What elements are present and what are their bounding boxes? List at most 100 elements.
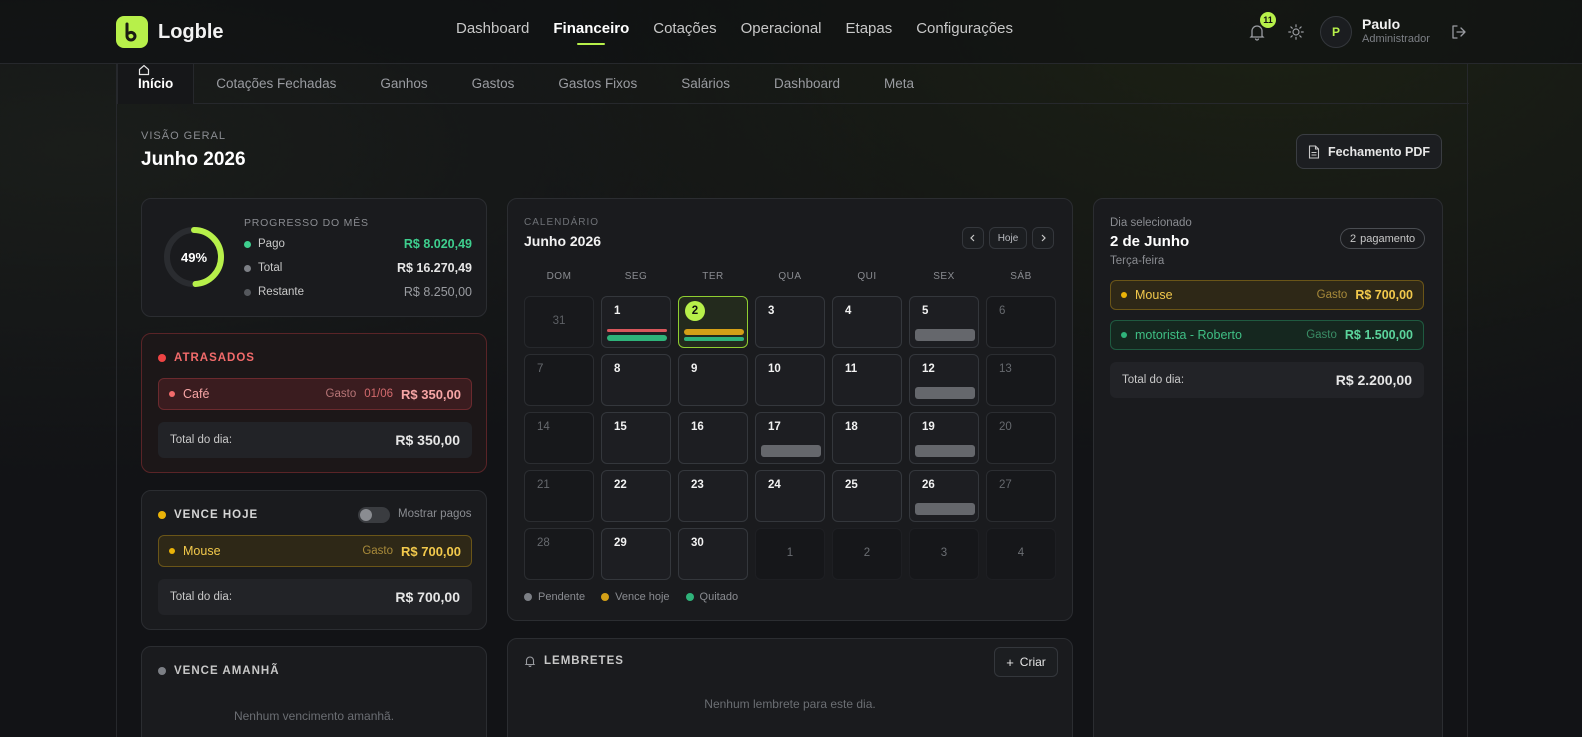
day-number: 20 xyxy=(999,421,1012,433)
nav-cotacoes[interactable]: Cotações xyxy=(653,20,716,45)
next-month-button[interactable] xyxy=(1032,227,1054,249)
calendar-day[interactable]: 9 xyxy=(678,354,748,406)
avatar[interactable]: P xyxy=(1320,16,1352,48)
entry-dot xyxy=(1121,332,1127,338)
calendar-day-next-month[interactable]: 3 xyxy=(909,528,979,580)
user-name: Paulo xyxy=(1362,16,1401,32)
day-number: 6 xyxy=(999,305,1006,317)
tab-meta[interactable]: Meta xyxy=(862,64,937,104)
entry-amount: R$ 700,00 xyxy=(401,543,461,559)
calendar-day[interactable]: 31 xyxy=(524,296,594,348)
tab-ganhos[interactable]: Ganhos xyxy=(358,64,450,104)
calendar-day[interactable]: 6 xyxy=(986,296,1056,348)
calendar-day[interactable]: 29 xyxy=(601,528,671,580)
tab-cotacoes-fechadas[interactable]: Cotações Fechadas xyxy=(194,64,359,104)
calendar-day[interactable]: 13 xyxy=(986,354,1056,406)
day-number: 8 xyxy=(614,363,621,375)
calendar-day-next-month[interactable]: 4 xyxy=(986,528,1056,580)
calendar-day[interactable]: 22 xyxy=(601,470,671,522)
calendar-day[interactable]: 30 xyxy=(678,528,748,580)
calendar-day[interactable]: 25 xyxy=(832,470,902,522)
due-today-entry[interactable]: Mouse Gasto R$ 700,00 xyxy=(158,535,472,567)
pending-bar xyxy=(915,329,975,341)
tab-dashboard[interactable]: Dashboard xyxy=(751,64,863,104)
calendar-day[interactable]: 5 xyxy=(909,296,979,348)
calendar-day-next-month[interactable]: 2 xyxy=(832,528,902,580)
pdf-export-button[interactable]: Fechamento PDF xyxy=(1296,134,1442,169)
calendar-day[interactable]: 7 xyxy=(524,354,594,406)
tab-gastos-fixos[interactable]: Gastos Fixos xyxy=(536,64,660,104)
calendar-label: CALENDÁRIO xyxy=(524,217,600,228)
nav-etapas[interactable]: Etapas xyxy=(846,20,893,45)
selected-entry[interactable]: motorista - Roberto Gasto R$ 1.500,00 xyxy=(1110,320,1424,350)
calendar-day[interactable]: 3 xyxy=(755,296,825,348)
prev-month-button[interactable] xyxy=(962,227,984,249)
calendar-day[interactable]: 14 xyxy=(524,412,594,464)
progress-row-paid: Pago R$ 8.020,49 xyxy=(244,237,472,251)
weekday-thu: QUI xyxy=(857,271,877,282)
chevron-right-icon xyxy=(1041,234,1046,242)
day-number: 13 xyxy=(999,363,1012,375)
tab-gastos[interactable]: Gastos xyxy=(449,64,537,104)
calendar-day[interactable]: 11 xyxy=(832,354,902,406)
calendar-day[interactable]: 17 xyxy=(755,412,825,464)
today-button[interactable]: Hoje xyxy=(989,227,1027,249)
theme-toggle-icon[interactable] xyxy=(1288,24,1304,40)
create-reminder-button[interactable]: + Criar xyxy=(994,647,1058,677)
nav-operacional[interactable]: Operacional xyxy=(741,20,822,45)
total-label: Total do dia: xyxy=(170,434,233,446)
app-logo[interactable]: Logble xyxy=(116,16,224,48)
calendar-day[interactable]: 20 xyxy=(986,412,1056,464)
day-number: 30 xyxy=(691,537,704,549)
calendar-day[interactable]: 28 xyxy=(524,528,594,580)
day-number: 16 xyxy=(691,421,704,433)
calendar-day[interactable]: 18 xyxy=(832,412,902,464)
legend-dot xyxy=(685,593,694,601)
overdue-entry[interactable]: Café Gasto 01/06 R$ 350,00 xyxy=(158,378,472,410)
tab-inicio[interactable]: Início xyxy=(117,64,195,104)
calendar-day[interactable]: 12 xyxy=(909,354,979,406)
reminders-empty: Nenhum lembrete para este dia. xyxy=(704,697,876,711)
nav-dashboard[interactable]: Dashboard xyxy=(456,20,529,45)
calendar-day[interactable]: 16 xyxy=(678,412,748,464)
logout-icon[interactable] xyxy=(1450,23,1468,41)
selected-entry[interactable]: Mouse Gasto R$ 700,00 xyxy=(1110,280,1424,310)
calendar-day[interactable]: 1 xyxy=(601,296,671,348)
progress-row-remaining: Restante R$ 8.250,00 xyxy=(244,285,472,299)
reminders-card: LEMBRETES + Criar Nenhum lembrete para e… xyxy=(507,638,1073,737)
chevron-left-icon xyxy=(970,234,975,242)
calendar-day[interactable]: 23 xyxy=(678,470,748,522)
calendar-day[interactable]: 21 xyxy=(524,470,594,522)
notification-badge: 11 xyxy=(1260,12,1276,28)
calendar-title: Junho 2026 xyxy=(524,233,602,249)
nav-financeiro[interactable]: Financeiro xyxy=(553,20,629,45)
tab-salarios[interactable]: Salários xyxy=(659,64,752,104)
calendar-day[interactable]: 26 xyxy=(909,470,979,522)
entry-kind: Gasto xyxy=(1316,289,1348,301)
finance-subnav: Início Cotações Fechadas Ganhos Gastos G… xyxy=(117,64,1469,104)
app-name: Logble xyxy=(158,20,224,43)
calendar-day[interactable]: 8 xyxy=(601,354,671,406)
entry-name: Café xyxy=(183,387,210,401)
calendar-day[interactable]: 24 xyxy=(755,470,825,522)
calendar-day[interactable]: 10 xyxy=(755,354,825,406)
calendar-day-selected[interactable]: 2 xyxy=(678,296,748,348)
calendar-day[interactable]: 19 xyxy=(909,412,979,464)
day-number: 1 xyxy=(614,305,621,317)
paid-dot xyxy=(244,240,251,248)
calendar-day-next-month[interactable]: 1 xyxy=(755,528,825,580)
show-paid-toggle[interactable] xyxy=(358,507,390,523)
calendar-day[interactable]: 15 xyxy=(601,412,671,464)
entry-amount: R$ 700,00 xyxy=(1355,288,1413,302)
entry-date: 01/06 xyxy=(364,388,393,400)
overdue-bar xyxy=(607,329,667,332)
due-tomorrow-card: VENCE AMANHÃ Nenhum vencimento amanhã. xyxy=(141,646,487,737)
calendar-day[interactable]: 4 xyxy=(832,296,902,348)
selected-day-card: Dia selecionado 2 de Junho Terça-feira 2… xyxy=(1093,198,1443,737)
calendar-day[interactable]: 27 xyxy=(986,470,1056,522)
show-paid-label: Mostrar pagos xyxy=(398,508,472,520)
day-number: 3 xyxy=(940,547,948,559)
nav-configuracoes[interactable]: Configurações xyxy=(916,20,1013,45)
tab-inicio-label: Início xyxy=(138,76,174,91)
due-today-header: VENCE HOJE xyxy=(158,509,258,521)
